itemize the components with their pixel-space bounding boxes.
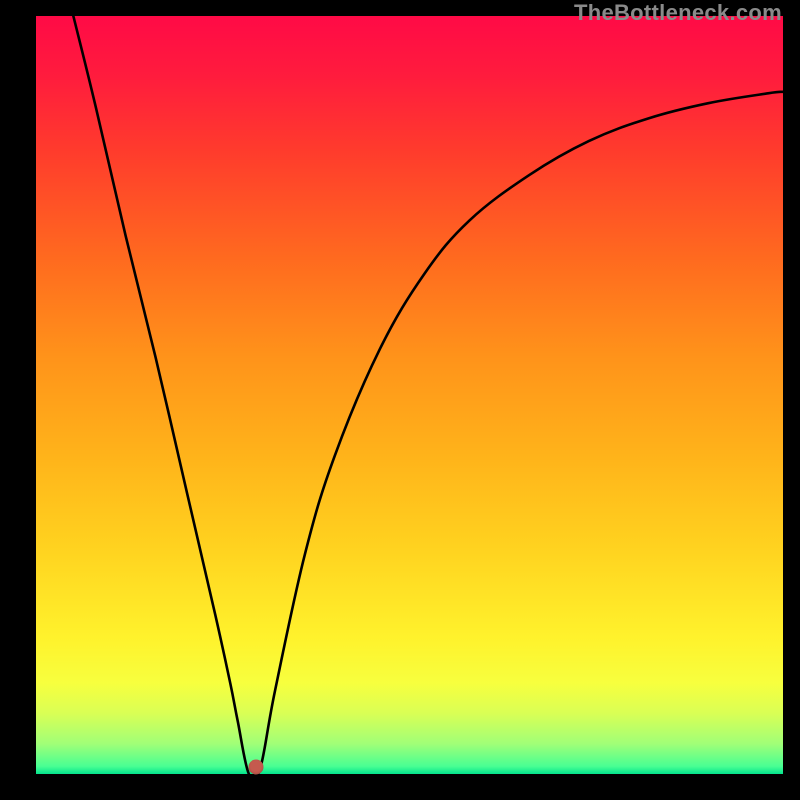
- watermark-label: TheBottleneck.com: [574, 0, 782, 26]
- plot-area: [36, 16, 783, 774]
- curve-svg: [36, 16, 783, 774]
- curve-line: [73, 16, 783, 774]
- chart-frame: TheBottleneck.com: [0, 0, 800, 800]
- data-marker: [249, 760, 264, 775]
